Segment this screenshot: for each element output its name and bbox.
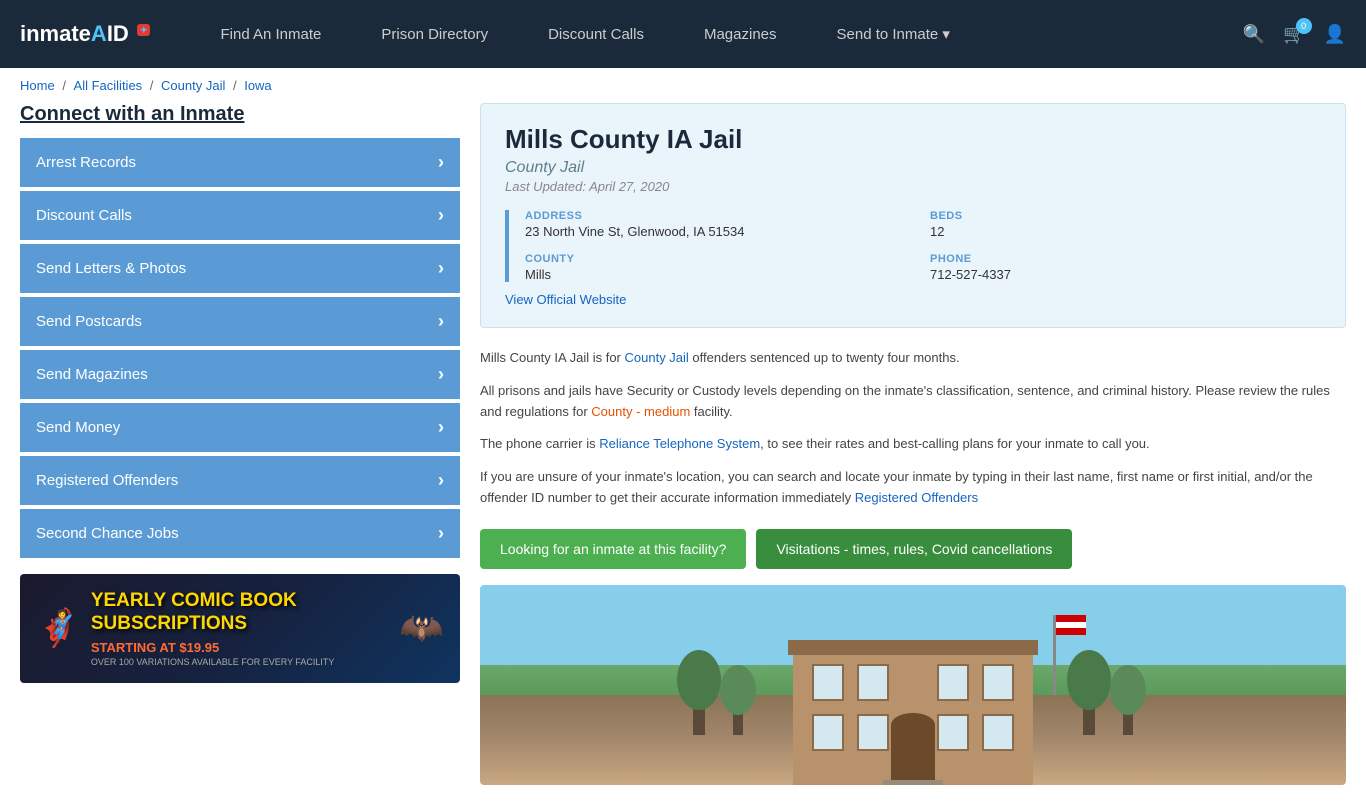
- cart-icon[interactable]: 🛒 0: [1283, 24, 1305, 45]
- cart-badge: 0: [1296, 18, 1312, 34]
- sidebar-item-send-letters[interactable]: Send Letters & Photos ›: [20, 244, 460, 293]
- chevron-right-icon: ›: [438, 205, 444, 226]
- chevron-right-icon: ›: [438, 417, 444, 438]
- sidebar-item-label: Arrest Records: [36, 154, 136, 171]
- sidebar-item-send-money[interactable]: Send Money ›: [20, 403, 460, 452]
- nav-discount-calls[interactable]: Discount Calls: [518, 0, 674, 68]
- breadcrumb-sep2: /: [150, 78, 157, 93]
- breadcrumb-county-jail[interactable]: County Jail: [161, 78, 225, 93]
- chevron-right-icon: ›: [438, 523, 444, 544]
- sidebar-item-arrest-records[interactable]: Arrest Records ›: [20, 138, 460, 187]
- beds-value: 12: [930, 224, 1321, 239]
- county-jail-link[interactable]: County Jail: [625, 350, 689, 365]
- action-buttons: Looking for an inmate at this facility? …: [480, 529, 1346, 569]
- breadcrumb-sep3: /: [233, 78, 240, 93]
- phone-label: PHONE: [930, 253, 1321, 265]
- nav-icons: 🔍 🛒 0 👤: [1243, 24, 1346, 45]
- nav-send-to-inmate[interactable]: Send to Inmate ▾: [807, 0, 980, 68]
- facility-name: Mills County IA Jail: [505, 124, 1321, 155]
- breadcrumb: Home / All Facilities / County Jail / Io…: [0, 68, 1366, 103]
- sidebar-item-label: Second Chance Jobs: [36, 525, 179, 542]
- search-icon[interactable]: 🔍: [1243, 24, 1265, 45]
- breadcrumb-home[interactable]: Home: [20, 78, 55, 93]
- registered-offenders-link[interactable]: Registered Offenders: [855, 490, 978, 505]
- sidebar-menu: Arrest Records › Discount Calls › Send L…: [20, 138, 460, 558]
- facility-card: Mills County IA Jail County Jail Last Up…: [480, 103, 1346, 328]
- ad-price: STARTING AT $19.95: [91, 640, 389, 655]
- phone-carrier-link[interactable]: Reliance Telephone System: [599, 436, 760, 451]
- sidebar-item-label: Discount Calls: [36, 207, 132, 224]
- sidebar-item-second-chance-jobs[interactable]: Second Chance Jobs ›: [20, 509, 460, 558]
- sidebar-item-send-magazines[interactable]: Send Magazines ›: [20, 350, 460, 399]
- chevron-right-icon: ›: [438, 470, 444, 491]
- nav-prison-directory[interactable]: Prison Directory: [351, 0, 518, 68]
- chevron-right-icon: ›: [438, 311, 444, 332]
- desc-para3: The phone carrier is Reliance Telephone …: [480, 434, 1346, 455]
- navigation: inmateAID ✦ Find An Inmate Prison Direct…: [0, 0, 1366, 68]
- ad-note: OVER 100 VARIATIONS AVAILABLE FOR EVERY …: [91, 657, 389, 667]
- facility-image: [480, 585, 1346, 785]
- chevron-right-icon: ›: [438, 152, 444, 173]
- facility-updated: Last Updated: April 27, 2020: [505, 179, 1321, 194]
- breadcrumb-all-facilities[interactable]: All Facilities: [74, 78, 143, 93]
- sidebar-item-label: Send Postcards: [36, 313, 142, 330]
- find-inmate-button[interactable]: Looking for an inmate at this facility?: [480, 529, 746, 569]
- sidebar-item-label: Send Letters & Photos: [36, 260, 186, 277]
- chevron-right-icon: ›: [438, 258, 444, 279]
- info-beds: BEDS 12: [930, 210, 1321, 239]
- official-website-link[interactable]: View Official Website: [505, 292, 1321, 307]
- ad-banner[interactable]: 🦸 YEARLY COMIC BOOK SUBSCRIPTIONS STARTI…: [20, 574, 460, 683]
- sidebar-item-registered-offenders[interactable]: Registered Offenders ›: [20, 456, 460, 505]
- info-phone: PHONE 712-527-4337: [930, 253, 1321, 282]
- nav-links: Find An Inmate Prison Directory Discount…: [190, 0, 1242, 68]
- info-county: COUNTY Mills: [525, 253, 916, 282]
- desc-para2: All prisons and jails have Security or C…: [480, 381, 1346, 423]
- sidebar-item-label: Send Magazines: [36, 366, 148, 383]
- sidebar: Connect with an Inmate Arrest Records › …: [20, 103, 460, 785]
- county-label: COUNTY: [525, 253, 916, 265]
- sidebar-item-discount-calls[interactable]: Discount Calls ›: [20, 191, 460, 240]
- desc-para4: If you are unsure of your inmate's locat…: [480, 467, 1346, 509]
- logo[interactable]: inmateAID ✦: [20, 21, 150, 47]
- breadcrumb-sep1: /: [62, 78, 69, 93]
- visitation-button[interactable]: Visitations - times, rules, Covid cancel…: [756, 529, 1072, 569]
- breadcrumb-iowa[interactable]: Iowa: [244, 78, 271, 93]
- connect-title: Connect with an Inmate: [20, 103, 460, 126]
- logo-text: inmateAID ✦: [20, 21, 150, 47]
- nav-find-inmate[interactable]: Find An Inmate: [190, 0, 351, 68]
- user-icon[interactable]: 👤: [1324, 24, 1346, 45]
- desc-para1: Mills County IA Jail is for County Jail …: [480, 348, 1346, 369]
- logo-badge: ✦: [137, 24, 151, 36]
- main-container: Connect with an Inmate Arrest Records › …: [0, 103, 1366, 805]
- nav-magazines[interactable]: Magazines: [674, 0, 807, 68]
- address-value: 23 North Vine St, Glenwood, IA 51534: [525, 224, 916, 239]
- info-address: ADDRESS 23 North Vine St, Glenwood, IA 5…: [525, 210, 916, 239]
- county-medium-link[interactable]: County - medium: [591, 404, 690, 419]
- facility-description: Mills County IA Jail is for County Jail …: [480, 348, 1346, 509]
- sidebar-item-label: Send Money: [36, 419, 120, 436]
- sidebar-item-send-postcards[interactable]: Send Postcards ›: [20, 297, 460, 346]
- chevron-right-icon: ›: [438, 364, 444, 385]
- sidebar-item-label: Registered Offenders: [36, 472, 178, 489]
- phone-value: 712-527-4337: [930, 267, 1321, 282]
- facility-info: ADDRESS 23 North Vine St, Glenwood, IA 5…: [505, 210, 1321, 282]
- beds-label: BEDS: [930, 210, 1321, 222]
- ad-title: YEARLY COMIC BOOK SUBSCRIPTIONS: [91, 590, 389, 636]
- building-illustration: [663, 605, 1163, 785]
- county-value: Mills: [525, 267, 916, 282]
- content-area: Mills County IA Jail County Jail Last Up…: [480, 103, 1346, 785]
- address-label: ADDRESS: [525, 210, 916, 222]
- facility-type: County Jail: [505, 159, 1321, 177]
